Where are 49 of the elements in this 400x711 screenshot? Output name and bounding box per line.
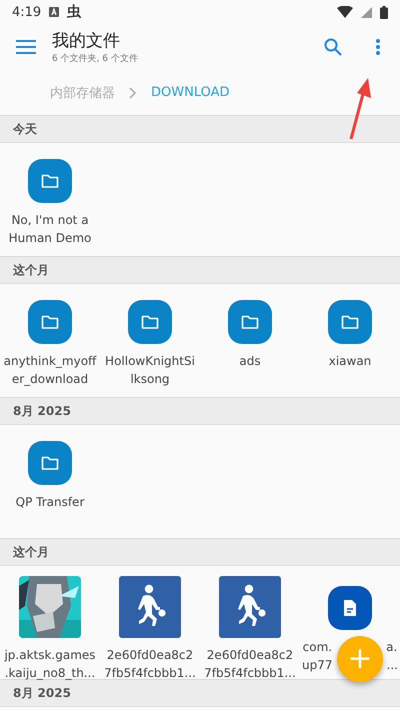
- signal-icon: [361, 6, 372, 18]
- add-button[interactable]: +: [337, 636, 383, 682]
- folder-icon[interactable]: [128, 300, 172, 344]
- folder-icon[interactable]: [28, 300, 72, 344]
- player-icon[interactable]: [119, 576, 181, 638]
- file-name: a.: [386, 639, 398, 656]
- file-name: lksong: [130, 371, 170, 388]
- folder-icon[interactable]: [28, 159, 72, 203]
- section-title: 8月 2025: [13, 684, 71, 702]
- section-title: 这个月: [13, 544, 49, 560]
- folder-icon[interactable]: [328, 300, 372, 344]
- file-name: anythink_myoff: [4, 353, 96, 370]
- notification-icon: [49, 7, 60, 17]
- folder-icon[interactable]: [228, 300, 272, 344]
- file-name: up77: [302, 657, 333, 674]
- file-name: HollowKnightSi: [105, 353, 195, 370]
- file-name: er_download: [12, 371, 88, 388]
- wifi-icon: [337, 6, 353, 18]
- file-name: Human Demo: [8, 230, 92, 247]
- toolbar-title: 我的文件: [52, 30, 121, 52]
- file-name: ads: [239, 353, 261, 370]
- file-name: 7fb5f4fcbbb1...: [104, 665, 196, 682]
- breadcrumb-item[interactable]: DOWNLOAD: [151, 85, 230, 100]
- file-name: 7fb5f4fcbbb1...: [204, 665, 296, 682]
- file-name: QP Transfer: [16, 494, 84, 511]
- player-icon[interactable]: [219, 576, 281, 638]
- search-icon[interactable]: [324, 38, 342, 56]
- folder-icon[interactable]: [28, 441, 72, 485]
- section-title: 8月 2025: [13, 402, 71, 420]
- battery-icon: [380, 6, 388, 18]
- breadcrumb-item[interactable]: 内部存储器: [50, 84, 115, 102]
- file-name: com.: [302, 639, 332, 656]
- file-name: xiawan: [328, 353, 372, 370]
- chevron-icon: [129, 86, 137, 98]
- file-name: ...: [386, 657, 398, 674]
- file-name: 2e60fd0ea8c2: [206, 647, 294, 664]
- notification-glyph: 虫: [67, 3, 82, 21]
- file-name: .kaiju_no8_th...: [4, 665, 96, 682]
- file-name: No, I'm not a: [11, 212, 89, 229]
- section-title: 今天: [13, 120, 37, 138]
- document-icon[interactable]: [328, 586, 372, 630]
- more-options-icon[interactable]: [376, 39, 380, 55]
- status-time: 4:19: [12, 4, 42, 20]
- file-name: jp.aktsk.games: [4, 647, 96, 664]
- section-title: 这个月: [13, 262, 49, 278]
- menu-icon[interactable]: [16, 40, 36, 54]
- toolbar-subtitle: 6 个文件夹, 6 个文件: [52, 52, 139, 65]
- file-name: 2e60fd0ea8c2: [106, 647, 194, 664]
- annotation-arrow: [348, 78, 372, 140]
